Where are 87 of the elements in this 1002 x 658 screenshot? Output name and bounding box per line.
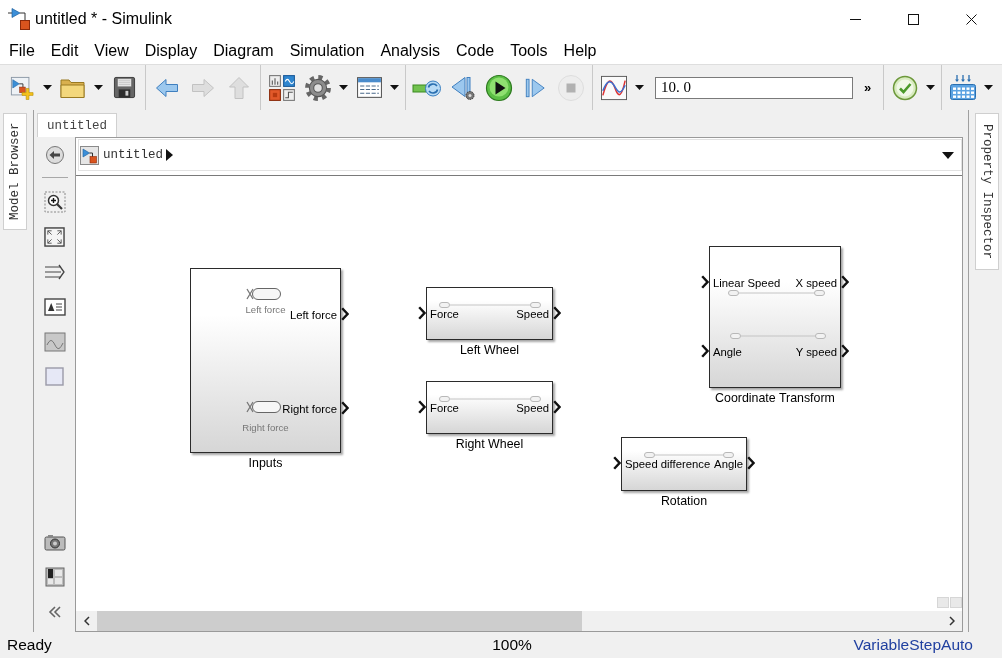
panel-icon (44, 566, 65, 587)
right-arrow-icon (191, 76, 215, 99)
caret-icon (43, 85, 52, 90)
property-inspector-tab[interactable]: Property Inspector (975, 113, 999, 270)
subsystem-block[interactable]: Force Speed (426, 381, 553, 434)
port-label: X speed (795, 277, 837, 289)
square-icon (45, 367, 64, 386)
model-browser-tab[interactable]: Model Browser (3, 113, 27, 230)
breadcrumb-link[interactable]: untitled (100, 148, 166, 162)
horizontal-scrollbar[interactable] (76, 611, 962, 631)
port-label: Speed (516, 402, 549, 414)
block-name: Rotation (660, 494, 708, 509)
left-arrow-icon (155, 76, 179, 99)
stop-icon (557, 73, 585, 102)
play-icon (485, 73, 513, 102)
caret-icon (926, 85, 936, 90)
block-name: Right Wheel (455, 437, 524, 452)
right-chevron-icon (948, 616, 955, 626)
subsystem-block[interactable]: Speed difference Angle (621, 437, 747, 491)
solver-link[interactable]: VariableStepAuto (853, 636, 973, 653)
inport-symbol-icon (246, 287, 282, 301)
overflow-button[interactable]: » (863, 80, 873, 95)
port-label: Left force (289, 309, 337, 321)
subsystem-block[interactable]: Linear Speed X speed Angle Y speed (709, 246, 841, 388)
caret-icon (984, 85, 994, 90)
port-label: Speed (516, 308, 549, 320)
menu-item[interactable]: View (86, 39, 137, 63)
port-label: Angle (714, 458, 743, 470)
new-model-icon (10, 75, 34, 100)
arrow-lines-icon (43, 263, 66, 280)
maximize-icon (907, 13, 919, 25)
menu-item[interactable]: Simulation (281, 39, 373, 63)
grid-arrows-icon (949, 73, 978, 102)
port-label: Y speed (795, 346, 837, 358)
window-title: untitled * - Simulink (35, 10, 172, 28)
back-circle-icon (44, 144, 65, 165)
menu-item[interactable]: Diagram (205, 39, 282, 63)
block-name: Coordinate Transform (715, 391, 835, 406)
wave-plot-icon (600, 74, 628, 101)
block-name: Left Wheel (459, 343, 520, 358)
app-logo-icon (8, 7, 30, 31)
menu-item[interactable]: Analysis (372, 39, 448, 63)
port-label: Angle (713, 346, 742, 358)
zoom-level: 100% (492, 636, 532, 654)
camera-icon (43, 532, 66, 551)
menu-item[interactable]: Help (555, 39, 605, 63)
settings-icon (304, 73, 332, 102)
menu-item[interactable]: File (1, 39, 43, 63)
caret-icon (339, 85, 348, 90)
step-back-icon (450, 74, 476, 101)
left-chevron-icon (83, 616, 90, 626)
scrollbar-thumb[interactable] (97, 611, 582, 631)
close-icon (965, 13, 977, 25)
inport-symbol-icon (246, 400, 282, 414)
menu-item[interactable]: Code (447, 39, 503, 63)
double-chevron-icon (47, 605, 62, 618)
menu-item[interactable]: Tools (502, 39, 556, 63)
block-name: Inputs (248, 456, 283, 471)
up-arrow-icon (228, 75, 250, 100)
subsystem-block[interactable]: Force Speed (426, 287, 553, 340)
menu-item[interactable]: Edit (42, 39, 87, 63)
port-label: Speed difference (625, 458, 711, 470)
zoom-in-icon (43, 190, 66, 213)
inport-label: Left force (245, 304, 286, 316)
status-message: Ready (7, 636, 52, 653)
tiles-icon (268, 73, 296, 102)
image-icon (43, 331, 66, 352)
port-label: Right force (282, 403, 337, 415)
folder-icon (60, 76, 86, 99)
check-icon (892, 74, 919, 101)
grip-icon (937, 597, 962, 608)
stop-time-field[interactable]: 10. 0 (655, 76, 853, 99)
down-triangle-icon (942, 151, 954, 159)
save-icon (112, 76, 136, 99)
menu-item[interactable]: Display (136, 39, 206, 63)
port-label: Force (430, 308, 459, 320)
right-triangle-icon (166, 149, 173, 161)
table-icon (355, 75, 383, 100)
caret-icon (635, 85, 644, 90)
caret-icon (390, 85, 399, 90)
port-label: Force (430, 402, 459, 414)
minimize-icon (849, 18, 861, 20)
port-label: Linear Speed (713, 277, 781, 289)
fit-view-icon (44, 226, 65, 247)
text-box-icon (43, 297, 66, 316)
model-tab[interactable]: untitled (37, 113, 117, 137)
caret-icon (94, 85, 103, 90)
